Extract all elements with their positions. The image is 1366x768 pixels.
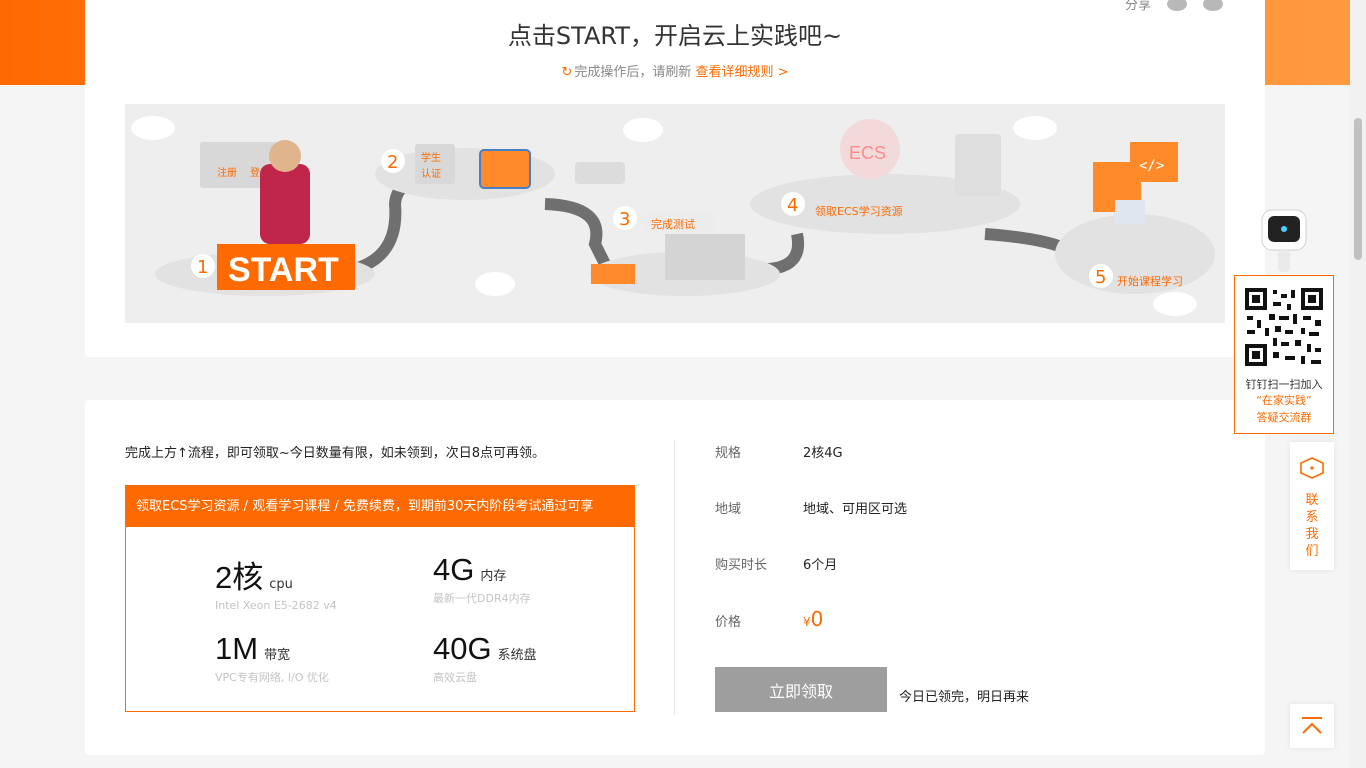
banner-ecs-resource-text: 领取ECS学习资源 [815,204,903,218]
spec-memory-desc: 最新一代DDR4内存 [433,592,531,605]
dingtalk-qr-panel[interactable]: 钉钉扫一扫加入 “在家实践” 答疑交流群 [1234,275,1334,434]
step-5-number: 5 [1095,267,1106,288]
banner-student-text-1: 学生 [421,151,441,164]
scrollbar-thumb[interactable] [1354,118,1362,260]
claim-status-note: 今日已领完，明日再来 [899,690,1030,705]
spec-disk-value: 40G [433,631,492,666]
spec-memory-unit: 内存 [480,569,507,584]
back-to-top-button[interactable] [1290,704,1334,748]
qr-line-3: 答疑交流群 [1256,411,1312,424]
offer-intro: 完成上方↑流程，即可领取~今日数量有限，如未领到，次日8点可再领。 [125,446,546,461]
price-value: 0 [810,607,824,631]
banner-code-sign: </> [1139,158,1164,174]
weibo-icon[interactable] [1167,0,1187,11]
spec-disk-desc: 高效云盘 [433,671,477,684]
offer-headline: 领取ECS学习资源 / 观看学习课程 / 免费续费，到期前30天内阶段考试通过可… [126,486,634,527]
refresh-icon: ↻ [561,65,573,80]
column-divider [674,440,675,715]
share-bar: 分享 [1125,0,1223,13]
qr-code-icon [1243,286,1325,368]
practice-flow-card: 分享 点击START，开启云上实践吧~ ↻完成操作后，请刷新查看详细规则 > [85,0,1265,357]
robot-mascot-icon [1248,204,1320,276]
step-4-number: 4 [787,195,798,216]
share-label: 分享 [1124,0,1151,13]
spec-memory-value: 4G [433,552,475,587]
claim-now-button[interactable]: 立即领取 [715,667,887,712]
spec-disk-unit: 系统盘 [497,648,537,663]
contact-us-button[interactable]: 联系我们 [1290,442,1334,570]
detail-row-spec: 规格 2核4G [715,442,843,461]
spec-box: 领取ECS学习资源 / 观看学习课程 / 免费续费，到期前30天内阶段考试通过可… [125,485,635,712]
detail-value: 6个月 [803,558,838,573]
arrow-up-icon [1302,717,1322,734]
price-currency: ¥ [803,615,811,629]
spec-bandwidth-value: 1M [215,631,259,666]
spec-cpu-value: 2核 [215,560,264,595]
detail-row-duration: 购买时长 6个月 [715,554,837,573]
spec-bandwidth: 1M 带宽 VPC专有网络, I/O 优化 [215,631,329,685]
flow-illustration: 注册 登录 START 1 2 学生 认证 3 完成测试 4 领取ECS学习资源… [125,104,1225,323]
banner-student-text-2: 认证 [421,167,441,180]
banner-course-text: 开始课程学习 [1117,274,1183,288]
step-2-number: 2 [387,152,398,173]
detail-row-price: 价格 ¥0 [715,607,823,631]
detail-key: 规格 [715,446,742,461]
spec-disk: 40G 系统盘 高效云盘 [433,631,537,685]
detail-key: 地域 [715,502,742,517]
detail-key: 购买时长 [715,558,768,573]
spec-memory: 4G 内存 最新一代DDR4内存 [433,552,531,606]
spec-bandwidth-unit: 带宽 [264,648,291,663]
price-key: 价格 [715,615,742,630]
spec-cpu-desc: Intel Xeon E5-2682 v4 [215,599,337,612]
detail-value: 2核4G [803,446,843,461]
spec-cpu-unit: cpu [269,577,293,592]
banner-register-text: 注册 [217,166,237,179]
qr-line-1: 钉钉扫一扫加入 [1245,378,1323,391]
ecs-offer-card: 完成上方↑流程，即可领取~今日数量有限，如未领到，次日8点可再领。 领取ECS学… [85,400,1265,755]
detail-value: 地域、可用区可选 [803,502,908,517]
hexagon-chat-icon [1290,456,1334,484]
spec-cpu: 2核 cpu Intel Xeon E5-2682 v4 [215,552,337,612]
step-1-number: 1 [197,257,208,278]
step-3-number: 3 [619,209,630,230]
banner-test-text: 完成测试 [651,217,695,231]
view-rules-link[interactable]: 查看详细规则 > [695,65,788,80]
banner-start-text: START [228,251,339,289]
page-title: 点击START，开启云上实践吧~ [507,22,843,50]
detail-row-region: 地域 地域、可用区可选 [715,498,907,517]
wechat-icon[interactable] [1203,0,1223,11]
qr-line-2: “在家实践” [1256,394,1312,407]
banner-ecs-sign: ECS [849,143,886,163]
refresh-hint: ↻ 完成操作后，请刷新 查看详细规则 > [85,61,1265,80]
spec-bandwidth-desc: VPC专有网络, I/O 优化 [215,671,329,684]
page-scrollbar[interactable] [1350,0,1366,768]
refresh-hint-text: 完成操作后，请刷新 [574,65,692,80]
contact-us-label: 联系我们 [1305,493,1319,559]
